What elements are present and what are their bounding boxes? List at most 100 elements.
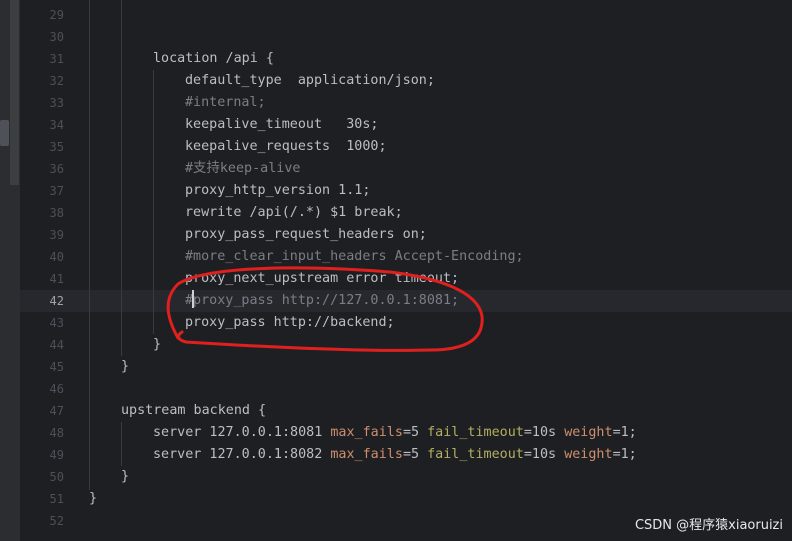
line-number: 50 (49, 470, 64, 484)
code-line[interactable]: 49 server 127.0.0.1:8082 max_fails=5 fail… (20, 444, 792, 466)
line-number: 31 (49, 52, 64, 66)
code-line[interactable]: 44} (20, 334, 792, 356)
line-number: 35 (49, 140, 64, 154)
code-token: #internal; (185, 95, 266, 110)
code-line[interactable]: 33 #internal; (20, 92, 792, 114)
code-text[interactable]: keepalive_requests 1000; (185, 136, 387, 158)
line-number: 42 (49, 294, 64, 308)
code-token: server 127.0.0.1:8081 (153, 425, 331, 440)
line-number: 49 (49, 448, 64, 462)
code-text[interactable]: location /api { (153, 48, 274, 70)
indent-guide (121, 422, 122, 466)
code-text[interactable]: proxy_next_upstream error timeout; (185, 268, 459, 290)
code-token: max_fails (330, 447, 403, 462)
code-text[interactable]: #proxy_pass http://127.0.0.1:8081; (185, 290, 459, 312)
code-token: =1; (612, 447, 637, 462)
code-text[interactable]: server 127.0.0.1:8081 max_fails=5 fail_t… (153, 422, 637, 444)
code-token: } (121, 359, 130, 374)
line-number: 29 (49, 8, 64, 22)
code-text[interactable]: default_type application/json; (185, 70, 435, 92)
line-number: 43 (49, 316, 64, 330)
indent-guide (121, 0, 122, 356)
code-text[interactable]: #支持keep-alive (185, 158, 300, 180)
code-token: default_type application/json; (185, 73, 435, 88)
code-line[interactable]: 34 keepalive_timeout 30s; (20, 114, 792, 136)
code-line[interactable]: 50} (20, 466, 792, 488)
code-line[interactable]: 29 (20, 4, 792, 26)
code-token: fail_timeout (427, 425, 524, 440)
code-token: proxy_pass http://backend; (185, 315, 395, 330)
csdn-watermark: CSDN @程序猿xiaoruizi (634, 518, 783, 533)
line-number: 44 (49, 338, 64, 352)
code-token: =10s (523, 425, 565, 440)
code-text[interactable]: } (121, 466, 129, 488)
line-number: 51 (49, 492, 64, 506)
line-number: 40 (49, 250, 64, 264)
code-line[interactable]: 51} (20, 488, 792, 510)
line-number: 36 (49, 162, 64, 176)
code-text[interactable]: } (121, 356, 129, 378)
text-caret (192, 290, 194, 308)
code-text[interactable]: upstream backend { (121, 400, 266, 422)
code-text[interactable]: } (89, 488, 97, 510)
line-number: 47 (49, 404, 64, 418)
code-text[interactable]: #internal; (185, 92, 266, 114)
code-token: weight (564, 447, 613, 462)
code-token: server 127.0.0.1:8082 (153, 447, 331, 462)
code-token: proxy_pass_request_headers on; (185, 227, 427, 242)
line-number: 48 (49, 426, 64, 440)
scrollbar-track[interactable] (10, 0, 19, 185)
code-text[interactable]: proxy_pass_request_headers on; (185, 224, 427, 246)
code-token: location /api { (153, 51, 274, 66)
code-token: =5 (402, 425, 428, 440)
code-line[interactable]: 45} (20, 356, 792, 378)
code-line[interactable]: 38 rewrite /api(/.*) $1 break; (20, 202, 792, 224)
line-number: 52 (49, 514, 64, 528)
code-token: #more_clear_input_headers Accept-Encodin… (185, 249, 524, 264)
code-line[interactable]: 48 server 127.0.0.1:8081 max_fails=5 fail… (20, 422, 792, 444)
code-text[interactable]: proxy_http_version 1.1; (185, 180, 370, 202)
code-token: } (89, 491, 98, 506)
code-text[interactable]: #more_clear_input_headers Accept-Encodin… (185, 246, 524, 268)
code-token: rewrite /api(/.*) $1 break; (185, 205, 403, 220)
code-line[interactable]: 31 location /api { (20, 48, 792, 70)
code-text[interactable]: proxy_pass http://backend; (185, 312, 395, 334)
code-line[interactable]: 40 #more_clear_input_headers Accept-Encod… (20, 246, 792, 268)
code-line[interactable]: 39 proxy_pass_request_headers on; (20, 224, 792, 246)
code-line[interactable]: 30 (20, 26, 792, 48)
indent-guide (89, 0, 90, 490)
vertical-scrollbar[interactable] (0, 0, 20, 541)
code-token: =5 (402, 447, 428, 462)
code-token: =1; (612, 425, 637, 440)
code-token: } (153, 337, 162, 352)
code-editor[interactable]: 29 30 31 location /api { 32 default_type appl… (0, 0, 792, 541)
line-number: 32 (49, 74, 64, 88)
code-token: =10s (523, 447, 565, 462)
code-line[interactable]: 37 proxy_http_version 1.1; (20, 180, 792, 202)
code-line[interactable]: 32 default_type application/json; (20, 70, 792, 92)
code-line[interactable]: 47 upstream backend { (20, 400, 792, 422)
code-line[interactable]: 41 proxy_next_upstream error timeout; (20, 268, 792, 290)
code-line[interactable]: 43 proxy_pass http://backend; (20, 312, 792, 334)
code-text[interactable]: } (153, 334, 161, 356)
line-number: 38 (49, 206, 64, 220)
code-line[interactable]: 36 #支持keep-alive (20, 158, 792, 180)
line-number: 46 (49, 382, 64, 396)
code-token: #支持keep-alive (185, 161, 301, 176)
code-line[interactable]: 35 keepalive_requests 1000; (20, 136, 792, 158)
code-line[interactable]: 42 #proxy_pass http://127.0.0.1:8081; (20, 290, 792, 312)
code-token: keepalive_requests 1000; (185, 139, 387, 154)
code-token: upstream backend { (121, 403, 267, 418)
code-token: proxy_next_upstream (185, 271, 347, 286)
scrollbar-thumb[interactable] (0, 120, 9, 146)
code-text[interactable]: keepalive_timeout 30s; (185, 114, 378, 136)
code-text[interactable]: server 127.0.0.1:8082 max_fails=5 fail_t… (153, 444, 637, 466)
line-number: 45 (49, 360, 64, 374)
line-number: 39 (49, 228, 64, 242)
code-line[interactable]: 46 (20, 378, 792, 400)
code-text[interactable]: rewrite /api(/.*) $1 break; (185, 202, 403, 224)
line-number: 37 (49, 184, 64, 198)
line-number: 41 (49, 272, 64, 286)
code-token: max_fails (330, 425, 403, 440)
code-token: #proxy_pass http://127.0.0.1:8081; (185, 293, 460, 308)
